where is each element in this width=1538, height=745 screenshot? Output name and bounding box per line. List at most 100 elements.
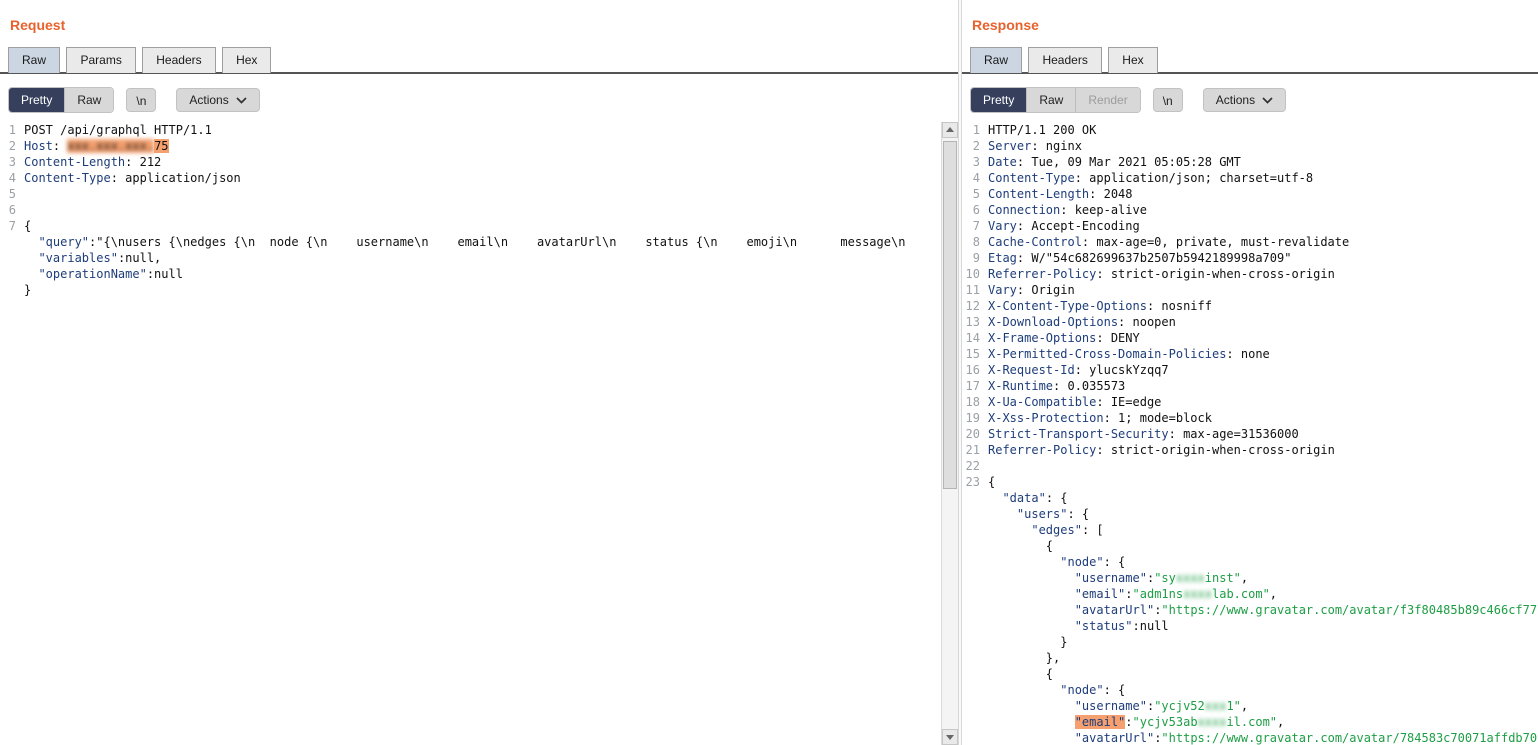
line-text: Cache-Control: max-age=0, private, must-… <box>988 235 1350 249</box>
actions-label: Actions <box>1215 93 1256 107</box>
line-number <box>962 650 988 666</box>
line-number: 20 <box>965 427 980 441</box>
line-text: "avatarUrl":"https://www.gravatar.com/av… <box>1074 603 1538 617</box>
request-tab-headers[interactable]: Headers <box>142 47 216 73</box>
code-line: "avatarUrl":"https://www.gravatar.com/av… <box>962 602 1538 618</box>
line-number: 5 <box>8 187 16 201</box>
line-number <box>962 570 988 586</box>
line-text: "email":"ycjv53abxxxxil.com", <box>1074 715 1285 729</box>
code-line: 13 X-Download-Options: noopen <box>962 314 1538 330</box>
line-text: Strict-Transport-Security: max-age=31536… <box>988 427 1299 441</box>
line-text: Content-Type: application/json <box>24 171 241 185</box>
response-view-mode-group: Pretty Raw Render <box>970 87 1141 113</box>
line-number <box>962 586 988 602</box>
line-text: "query":"{\nusers {\nedges {\n node {\n … <box>38 235 941 249</box>
line-number <box>962 554 988 570</box>
line-number: 10 <box>965 267 980 281</box>
line-text: "node": { <box>1060 555 1126 569</box>
response-tab-headers[interactable]: Headers <box>1028 47 1102 73</box>
code-line: "email":"ycjv53abxxxxil.com", <box>962 714 1538 730</box>
request-raw-button[interactable]: Raw <box>64 88 114 112</box>
line-number <box>962 634 988 650</box>
scrollbar-thumb[interactable] <box>943 141 957 489</box>
response-toolbar: Pretty Raw Render \n Actions <box>970 87 1287 113</box>
code-line: 22 <box>962 458 1538 474</box>
code-line: 19 X-Xss-Protection: 1; mode=block <box>962 410 1538 426</box>
code-line: { <box>962 538 1538 554</box>
line-number: 9 <box>972 251 980 265</box>
code-line: 17 X-Runtime: 0.035573 <box>962 378 1538 394</box>
request-actions-button[interactable]: Actions <box>176 88 260 112</box>
request-tab-params[interactable]: Params <box>66 47 136 73</box>
line-text: "operationName":null <box>38 267 183 281</box>
line-number <box>0 266 24 282</box>
code-line: 8 Cache-Control: max-age=0, private, must… <box>962 234 1538 250</box>
code-line: 16 X-Request-Id: ylucskYzqq7 <box>962 362 1538 378</box>
code-line: { <box>962 666 1538 682</box>
code-line: 4 Content-Type: application/json <box>0 170 941 186</box>
line-text: Etag: W/"54c682699637b2507b5942189998a70… <box>988 251 1292 265</box>
code-line: 3 Content-Length: 212 <box>0 154 941 170</box>
line-text: X-Request-Id: ylucskYzqq7 <box>988 363 1169 377</box>
response-render-button: Render <box>1075 88 1140 112</box>
response-raw-button[interactable]: Raw <box>1026 88 1076 112</box>
line-text: Referrer-Policy: strict-origin-when-cros… <box>988 267 1335 281</box>
scroll-down-button[interactable] <box>942 729 958 745</box>
tab-label: Headers <box>1042 53 1088 67</box>
request-tab-hex[interactable]: Hex <box>222 47 272 73</box>
request-tab-raw[interactable]: Raw <box>8 47 61 73</box>
request-panel: Request Raw Params Headers Hex Pretty Ra… <box>0 0 958 745</box>
tab-label: Params <box>80 53 122 67</box>
line-text: { <box>988 667 1054 681</box>
line-text: X-Permitted-Cross-Domain-Policies: none <box>988 347 1270 361</box>
line-number: 15 <box>965 347 980 361</box>
line-number: 2 <box>972 139 980 153</box>
response-pretty-button[interactable]: Pretty <box>971 88 1027 112</box>
line-text: "users": { <box>1016 507 1090 521</box>
line-number <box>0 234 24 250</box>
line-text: Server: nginx <box>988 139 1082 153</box>
line-number <box>0 250 24 266</box>
line-text: X-Frame-Options: DENY <box>988 331 1140 345</box>
scroll-up-button[interactable] <box>942 122 958 138</box>
code-line: } <box>0 282 941 298</box>
code-line: 5 Content-Length: 2048 <box>962 186 1538 202</box>
line-number <box>962 538 988 554</box>
line-number: 3 <box>972 155 980 169</box>
line-number <box>962 666 988 682</box>
code-line: "node": { <box>962 682 1538 698</box>
line-text: } <box>24 283 32 297</box>
tab-label: Hex <box>1122 53 1144 67</box>
code-line: 20 Strict-Transport-Security: max-age=315… <box>962 426 1538 442</box>
request-newline-toggle-button[interactable]: \n <box>126 88 157 112</box>
response-editor[interactable]: 1 HTTP/1.1 200 OK 2 Server: nginx 3 Date: Tue… <box>962 122 1538 745</box>
line-number: 4 <box>972 171 980 185</box>
line-number: 7 <box>8 219 16 233</box>
response-newline-toggle-button[interactable]: \n <box>1152 88 1183 112</box>
line-number <box>962 618 988 634</box>
response-actions-button[interactable]: Actions <box>1202 88 1287 112</box>
code-line: 1 HTTP/1.1 200 OK <box>962 122 1538 138</box>
line-text: Vary: Origin <box>988 283 1075 297</box>
response-tab-raw[interactable]: Raw <box>970 47 1023 73</box>
line-number <box>962 506 988 522</box>
request-pretty-button[interactable]: Pretty <box>9 88 65 112</box>
code-line: 11 Vary: Origin <box>962 282 1538 298</box>
line-text: Content-Length: 2048 <box>988 187 1133 201</box>
request-editor[interactable]: 1 POST /api/graphql HTTP/1.1 2 Host: xxx.xx… <box>0 122 941 745</box>
line-text: "variables":null, <box>38 251 162 265</box>
code-line: 1 POST /api/graphql HTTP/1.1 <box>0 122 941 138</box>
request-vertical-scrollbar[interactable] <box>941 122 958 745</box>
response-tab-hex[interactable]: Hex <box>1108 47 1158 73</box>
line-text: X-Download-Options: noopen <box>988 315 1176 329</box>
response-title: Response <box>972 17 1039 33</box>
code-line: "users": { <box>962 506 1538 522</box>
line-number: 19 <box>965 411 980 425</box>
line-text: { <box>24 219 32 233</box>
line-number: 16 <box>965 363 980 377</box>
code-line: }, <box>962 650 1538 666</box>
code-line: 7 Vary: Accept-Encoding <box>962 218 1538 234</box>
line-text: "username":"ycjv52xxx1", <box>1074 699 1249 713</box>
line-text: X-Runtime: 0.035573 <box>988 379 1126 393</box>
code-line: "edges": [ <box>962 522 1538 538</box>
